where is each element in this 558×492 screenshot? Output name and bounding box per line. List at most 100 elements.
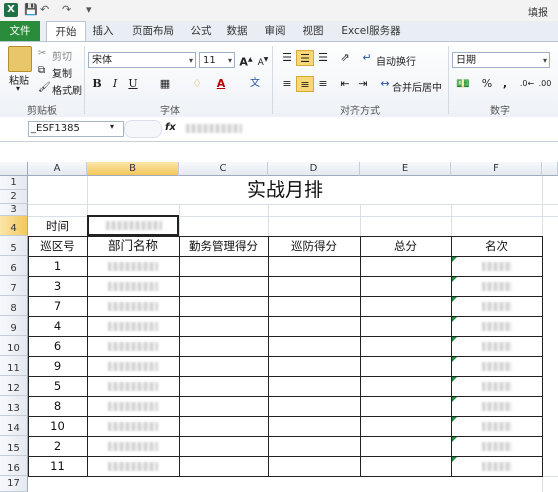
header-department-name[interactable]: 部门名称 [87, 236, 179, 256]
phonetic-icon[interactable]: 文 [246, 76, 264, 92]
wrap-text-button[interactable]: 自动换行 [376, 53, 416, 68]
department-name-redacted[interactable] [108, 302, 158, 311]
zone-number-cell[interactable]: 5 [28, 376, 87, 396]
tab-data[interactable]: 数据 [222, 21, 252, 41]
row-header-15[interactable]: 15 [0, 436, 28, 456]
align-right-icon[interactable]: ≡ [314, 76, 332, 92]
rank-value-redacted[interactable] [482, 342, 512, 351]
row-header-9[interactable]: 9 [0, 316, 28, 336]
decrease-indent-icon[interactable]: ⇤ [336, 76, 354, 92]
grow-font-icon[interactable]: A▲ [237, 52, 255, 69]
number-format-select[interactable]: 日期 ▾ [452, 52, 550, 68]
column-header-b[interactable]: B [87, 162, 179, 176]
zone-number-cell[interactable]: 1 [28, 256, 87, 276]
decrease-decimal-icon[interactable]: .00 [536, 76, 554, 92]
font-name-select[interactable]: 宋体 ▾ [88, 52, 196, 68]
increase-indent-icon[interactable]: ⇥ [354, 76, 372, 92]
column-header-a[interactable]: A [28, 162, 87, 176]
copy-button[interactable]: 复制 [52, 65, 72, 80]
row-header-8[interactable]: 8 [0, 296, 28, 316]
row-header-16[interactable]: 16 [0, 456, 28, 476]
font-color-icon[interactable]: A [212, 76, 230, 92]
format-painter-button[interactable]: 格式刷 [52, 82, 82, 97]
row-header-7[interactable]: 7 [0, 276, 28, 296]
sheet-title[interactable]: 实战月排 [28, 176, 542, 204]
row-header-14[interactable]: 14 [0, 416, 28, 436]
department-name-redacted[interactable] [108, 402, 158, 411]
row-header-11[interactable]: 11 [0, 356, 28, 376]
tab-home[interactable]: 开始 [46, 21, 86, 42]
insert-function-icon[interactable]: fx [165, 122, 176, 133]
bold-button[interactable]: B [88, 76, 106, 92]
zone-number-cell[interactable]: 9 [28, 356, 87, 376]
copy-icon[interactable]: ⧉ [38, 65, 45, 76]
department-name-redacted[interactable] [108, 422, 158, 431]
save-icon[interactable]: 💾 [24, 3, 38, 16]
align-top-icon[interactable]: ☰ [278, 50, 296, 66]
row-header-4[interactable]: 4 [0, 216, 28, 236]
column-header-d[interactable]: D [268, 162, 360, 176]
zone-number-cell[interactable]: 6 [28, 336, 87, 356]
tab-page-layout[interactable]: 页面布局 [124, 21, 182, 41]
column-header-e[interactable]: E [360, 162, 451, 176]
row-header-1[interactable]: 1 [0, 176, 28, 190]
currency-icon[interactable]: 💵 [454, 76, 472, 92]
department-name-redacted[interactable] [108, 462, 158, 471]
department-name-redacted[interactable] [108, 442, 158, 451]
align-center-icon[interactable]: ≡ [296, 76, 314, 92]
borders-icon[interactable]: ▦ [156, 76, 174, 92]
row-header-10[interactable]: 10 [0, 336, 28, 356]
row-header-2[interactable]: 2 [0, 190, 28, 204]
rank-value-redacted[interactable] [482, 262, 512, 271]
row-header-6[interactable]: 6 [0, 256, 28, 276]
department-name-redacted[interactable] [108, 282, 158, 291]
rank-value-redacted[interactable] [482, 362, 512, 371]
increase-decimal-icon[interactable]: .0← [518, 76, 536, 92]
format-painter-icon[interactable]: 🖌 [38, 82, 51, 93]
chevron-down-icon[interactable]: ▾ [110, 122, 114, 131]
zone-number-cell[interactable]: 8 [28, 396, 87, 416]
header-zone-number[interactable]: 巡区号 [28, 236, 87, 256]
percent-button[interactable]: % [478, 76, 496, 92]
formula-content-redacted[interactable] [186, 124, 242, 133]
align-middle-icon[interactable]: ☰ [296, 50, 314, 66]
italic-button[interactable]: I [106, 76, 124, 92]
tab-file[interactable]: 文件 [0, 21, 40, 41]
wrap-text-icon[interactable]: ↵ [358, 50, 376, 66]
department-name-redacted[interactable] [108, 322, 158, 331]
rank-value-redacted[interactable] [482, 282, 512, 291]
header-duty-management-score[interactable]: 勤务管理得分 [179, 236, 268, 256]
underline-button[interactable]: U [124, 76, 142, 92]
font-size-select[interactable]: 11 ▾ [199, 52, 235, 68]
comma-button[interactable]: , [496, 76, 514, 92]
cut-button[interactable]: 剪切 [52, 48, 72, 63]
column-header-f[interactable]: F [451, 162, 542, 176]
cut-icon[interactable]: ✂ [38, 48, 46, 59]
excel-icon[interactable]: X [4, 3, 18, 17]
header-rank[interactable]: 名次 [451, 236, 542, 256]
rank-value-redacted[interactable] [482, 442, 512, 451]
row-header-13[interactable]: 13 [0, 396, 28, 416]
select-all-corner[interactable] [0, 162, 28, 176]
customize-quick-access-icon[interactable]: ▾ [86, 3, 92, 16]
department-name-redacted[interactable] [108, 362, 158, 371]
rank-value-redacted[interactable] [482, 422, 512, 431]
zone-number-cell[interactable]: 11 [28, 456, 87, 476]
header-patrol-score[interactable]: 巡防得分 [268, 236, 360, 256]
rank-value-redacted[interactable] [482, 302, 512, 311]
zone-number-cell[interactable]: 3 [28, 276, 87, 296]
zone-number-cell[interactable]: 4 [28, 316, 87, 336]
header-total-score[interactable]: 总分 [360, 236, 451, 256]
rank-value-redacted[interactable] [482, 402, 512, 411]
department-name-redacted[interactable] [108, 382, 158, 391]
row-header-17[interactable]: 17 [0, 476, 28, 492]
align-left-icon[interactable]: ≡ [278, 76, 296, 92]
tab-formulas[interactable]: 公式 [186, 21, 216, 41]
merge-center-button[interactable]: 合并后居中 [392, 79, 442, 94]
tab-insert[interactable]: 插入 [88, 21, 118, 41]
zone-number-cell[interactable]: 10 [28, 416, 87, 436]
rank-value-redacted[interactable] [482, 462, 512, 471]
paste-icon[interactable] [8, 46, 32, 72]
rank-value-redacted[interactable] [482, 322, 512, 331]
undo-icon[interactable]: ↶ [40, 3, 49, 16]
